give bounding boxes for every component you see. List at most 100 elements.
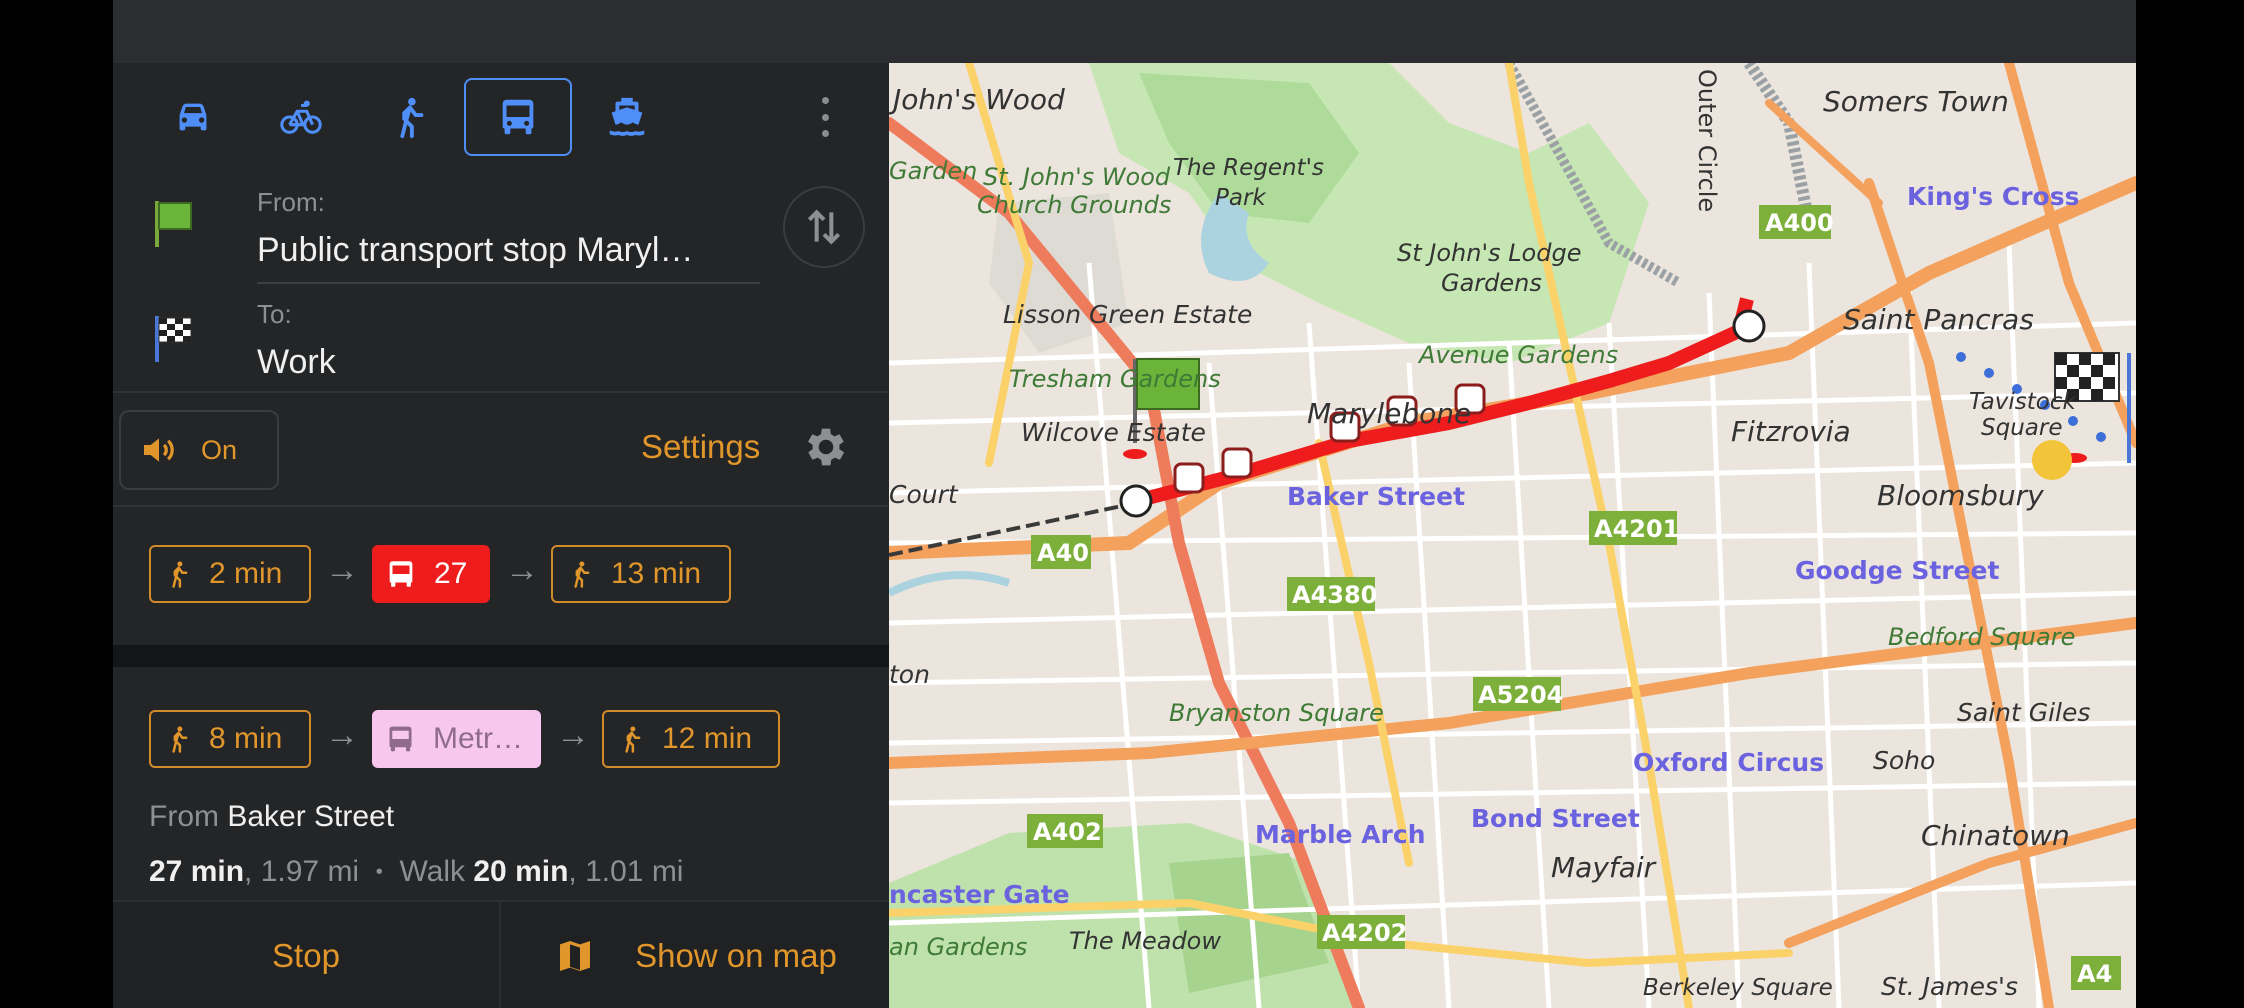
- map-label: John's Wood: [889, 83, 1065, 116]
- map-road-shield: A402: [1033, 818, 1102, 846]
- map-label: St. James's: [1881, 972, 2018, 1001]
- map-label: Bryanston Square: [1169, 699, 1384, 727]
- walk-duration: 12 min: [662, 722, 753, 755]
- map-label: Outer Circle: [1693, 69, 1721, 212]
- transport-mode-bar: [113, 63, 889, 173]
- map-canvas[interactable]: A400 A40 A4201 A4380 A5204 A402 A4202 A4…: [889, 63, 2136, 1008]
- start-flag-icon: [155, 201, 192, 247]
- app-screen: From: Public transport stop Maryl… To: W…: [113, 0, 2136, 1008]
- map-label: Tavistock: [1969, 389, 2077, 415]
- map-label: Garden: [889, 157, 977, 185]
- to-label: To:: [257, 299, 292, 329]
- map-label: Berkeley Square: [1643, 975, 1833, 1001]
- map-label: ncaster Gate: [889, 880, 1070, 909]
- speaker-icon: [144, 438, 174, 462]
- map-label: Somers Town: [1823, 85, 2009, 118]
- map-road-shield: A40: [1037, 539, 1089, 567]
- map-label: Bond Street: [1471, 804, 1640, 833]
- map-label: Oxford Circus: [1633, 748, 1824, 777]
- walk-duration: 2 min: [209, 557, 283, 590]
- walk-segment-chip: 13 min: [551, 545, 731, 603]
- walk-distance: , 1.01 mi: [568, 855, 684, 888]
- arrow-icon: →: [556, 716, 590, 754]
- map-label: Park: [1215, 185, 1267, 211]
- map-icon: [560, 941, 591, 971]
- show-on-map-button[interactable]: Show on map: [503, 902, 889, 1008]
- voice-state: On: [201, 434, 238, 465]
- from-underline: [257, 282, 760, 284]
- bus-segment-chip: 27: [372, 545, 490, 603]
- map-label: Fitzrovia: [1731, 415, 1851, 448]
- map-label: Marble Arch: [1255, 820, 1426, 849]
- stop-button[interactable]: Stop: [113, 902, 501, 1008]
- metro-segment-chip: Metr…: [372, 710, 541, 768]
- walk-icon: [172, 726, 188, 753]
- arrow-icon: →: [325, 551, 359, 589]
- gear-icon[interactable]: [801, 422, 851, 472]
- show-on-map-label: Show on map: [635, 937, 837, 974]
- map-label: Baker Street: [1287, 482, 1465, 511]
- from-stop-name: Baker Street: [227, 800, 395, 833]
- mode-bus-button[interactable]: [464, 78, 572, 156]
- walk-prefix: Walk: [399, 855, 466, 888]
- more-options-icon[interactable]: [813, 93, 837, 141]
- walk-time: 20 min: [473, 855, 569, 888]
- map-road-shield: A4202: [1322, 919, 1407, 947]
- mode-ferry-button[interactable]: [573, 78, 681, 156]
- separator: [113, 391, 889, 393]
- map-label: Bedford Square: [1888, 623, 2075, 651]
- total-time: 27 min: [149, 855, 245, 888]
- metro-icon: [389, 726, 412, 752]
- map-label: Avenue Gardens: [1417, 341, 1618, 369]
- bus-number: 27: [434, 557, 468, 590]
- map-label: King's Cross: [1907, 182, 2080, 211]
- map-label: Goodge Street: [1795, 556, 2000, 585]
- separator: [113, 505, 889, 507]
- map-label: Chinatown: [1921, 819, 2070, 852]
- route-panel: From: Public transport stop Maryl… To: W…: [113, 63, 889, 1008]
- map-road-shield: A4: [2077, 960, 2112, 988]
- map-label: Bloomsbury: [1877, 479, 2044, 512]
- map-road-shield: A5204: [1478, 681, 1563, 709]
- walk-segment-chip: 2 min: [149, 545, 311, 603]
- mode-walk-button[interactable]: [355, 78, 463, 156]
- from-stop-line: From Baker Street: [149, 800, 394, 834]
- map-label: St John's Lodge: [1397, 239, 1581, 267]
- walk-icon: [400, 97, 424, 139]
- map-view[interactable]: A400 A40 A4201 A4380 A5204 A402 A4202 A4…: [889, 63, 2136, 1008]
- from-label: From:: [257, 187, 325, 217]
- map-label: an Gardens: [889, 933, 1027, 961]
- from-prefix: From: [149, 800, 219, 833]
- map-label: Wilcove Estate: [1021, 418, 1206, 447]
- option-divider: [113, 645, 889, 667]
- mode-bicycle-button[interactable]: [247, 78, 355, 156]
- map-label: Saint Pancras: [1843, 303, 2034, 336]
- settings-button[interactable]: Settings: [641, 428, 760, 466]
- map-label: Lisson Green Estate: [1003, 300, 1252, 329]
- bus-icon: [389, 561, 413, 587]
- map-label: Soho: [1873, 746, 1935, 775]
- walk-icon: [574, 561, 590, 588]
- total-distance: , 1.97 mi: [244, 855, 360, 888]
- map-label: Court: [889, 480, 959, 509]
- car-icon: [179, 103, 207, 131]
- route-stats: 27 min, 1.97 mi • Walk 20 min, 1.01 mi: [149, 855, 683, 889]
- finish-flag-icon: [155, 316, 192, 362]
- arrow-icon: →: [325, 716, 359, 754]
- voice-toggle-button[interactable]: On: [119, 410, 279, 490]
- map-label: Saint Giles: [1957, 698, 2090, 727]
- map-label: ton: [889, 660, 930, 689]
- from-field[interactable]: Public transport stop Maryl…: [257, 231, 694, 270]
- bicycle-icon: [280, 100, 322, 134]
- swap-route-button[interactable]: [783, 186, 865, 268]
- swap-arrows-icon: [807, 209, 841, 245]
- map-label: Marylebone: [1307, 397, 1471, 430]
- map-road-shield: A4380: [1292, 581, 1377, 609]
- map-label: Square: [1981, 415, 2062, 441]
- mode-car-button[interactable]: [139, 78, 247, 156]
- arrow-icon: →: [505, 551, 539, 589]
- walk-duration: 8 min: [209, 722, 283, 755]
- to-field[interactable]: Work: [257, 343, 336, 382]
- map-label: Mayfair: [1551, 851, 1657, 884]
- bottom-action-bar: Stop Show on map: [113, 900, 889, 1008]
